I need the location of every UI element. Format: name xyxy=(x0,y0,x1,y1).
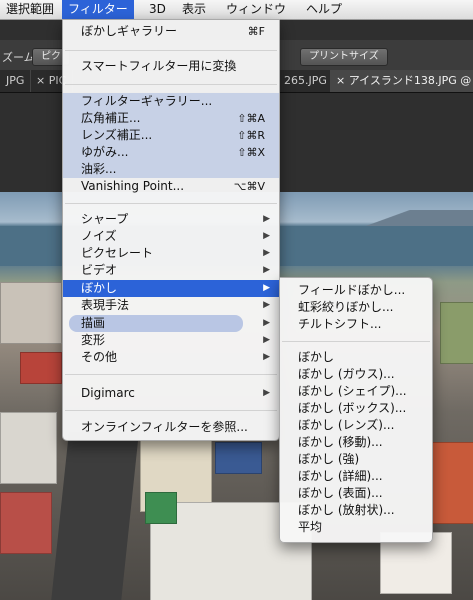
submenu-item-blur-more[interactable]: ぼかし (強) xyxy=(280,451,432,468)
menu-separator xyxy=(65,374,277,375)
menu-item-browse-filters-online[interactable]: オンラインフィルターを参照... xyxy=(63,419,279,436)
menu-filter[interactable]: フィルター xyxy=(62,0,134,19)
menu-item-blur[interactable]: ぼかし ▶ xyxy=(63,280,279,297)
menu-item-vanishing-point[interactable]: Vanishing Point... ⌥⌘V xyxy=(63,178,279,195)
submenu-arrow-icon: ▶ xyxy=(263,335,270,345)
print-size-button[interactable]: プリントサイズ xyxy=(300,48,388,66)
photo-trees xyxy=(430,442,473,524)
menu-item-noise[interactable]: ノイズ ▶ xyxy=(63,228,279,245)
menu-3d[interactable]: 3D xyxy=(143,0,172,19)
submenu-item-radial-blur[interactable]: ぼかし (放射状)... xyxy=(280,502,432,519)
menu-item-oil-paint[interactable]: 油彩... xyxy=(63,161,279,178)
photo-building xyxy=(0,282,62,344)
menu-item-lens-correction[interactable]: レンズ補正... ⇧⌘R xyxy=(63,127,279,144)
menu-item-filter-gallery[interactable]: フィルターギャラリー... xyxy=(63,93,279,110)
photo-trees xyxy=(440,302,473,364)
menu-item-digimarc[interactable]: Digimarc ▶ xyxy=(63,385,279,402)
tab-document-1[interactable]: JPG xyxy=(0,70,32,92)
menu-item-convert-smart-filters[interactable]: スマートフィルター用に変換 xyxy=(63,58,279,75)
submenu-arrow-icon: ▶ xyxy=(263,352,270,362)
submenu-item-iris-blur[interactable]: 虹彩絞りぼかし... xyxy=(280,299,432,316)
submenu-item-average[interactable]: 平均 xyxy=(280,519,432,536)
photo-roof xyxy=(20,352,62,384)
menu-item-pixelate[interactable]: ピクセレート ▶ xyxy=(63,245,279,262)
menu-help[interactable]: ヘルプ xyxy=(300,0,348,19)
menu-separator xyxy=(65,203,277,204)
menu-item-stylize[interactable]: 表現手法 ▶ xyxy=(63,297,279,314)
submenu-item-tilt-shift[interactable]: チルトシフト... xyxy=(280,316,432,333)
submenu-arrow-icon: ▶ xyxy=(263,388,270,398)
menu-item-adaptive-wide-angle[interactable]: 広角補正... ⇧⌘A xyxy=(63,110,279,127)
submenu-arrow-icon: ▶ xyxy=(263,248,270,258)
submenu-item-field-blur[interactable]: フィールドぼかし... xyxy=(280,282,432,299)
zoom-label: ズーム xyxy=(2,51,35,64)
menu-item-other[interactable]: その他 ▶ xyxy=(63,349,279,366)
photo-building xyxy=(0,412,57,484)
tab-document-active[interactable]: × アイスランド138.JPG @ 5 xyxy=(330,70,473,92)
menu-window[interactable]: ウィンドウ xyxy=(220,0,292,19)
submenu-arrow-icon: ▶ xyxy=(263,300,270,310)
filter-menu: ぼかしギャラリー ⌘F スマートフィルター用に変換 フィルターギャラリー... 広… xyxy=(62,19,280,441)
menu-item-blur-gallery[interactable]: ぼかしギャラリー ⌘F xyxy=(63,23,279,40)
tab-document-3[interactable]: 265.JPG xyxy=(278,70,334,92)
submenu-item-gaussian-blur[interactable]: ぼかし (ガウス)... xyxy=(280,366,432,383)
menu-item-liquify[interactable]: ゆがみ... ⇧⌘X xyxy=(63,144,279,161)
menu-item-render[interactable]: 描画 ▶ xyxy=(63,315,279,332)
menu-separator xyxy=(65,410,277,411)
menu-view[interactable]: 表示 xyxy=(176,0,212,19)
submenu-arrow-icon: ▶ xyxy=(263,265,270,275)
menu-item-distort[interactable]: 変形 ▶ xyxy=(63,332,279,349)
photo-roof xyxy=(215,442,262,474)
menu-bar: 選択範囲 フィルター 3D 表示 ウィンドウ ヘルプ xyxy=(0,0,473,20)
menu-select[interactable]: 選択範囲 xyxy=(0,0,60,19)
menu-separator xyxy=(65,50,277,51)
photo-roof xyxy=(145,492,177,524)
photo-roof xyxy=(0,492,52,554)
submenu-item-smart-blur[interactable]: ぼかし (詳細)... xyxy=(280,468,432,485)
submenu-arrow-icon: ▶ xyxy=(263,231,270,241)
submenu-item-blur[interactable]: ぼかし xyxy=(280,349,432,366)
menu-separator xyxy=(65,84,277,85)
submenu-item-motion-blur[interactable]: ぼかし (移動)... xyxy=(280,434,432,451)
menu-item-sharpen[interactable]: シャープ ▶ xyxy=(63,211,279,228)
submenu-item-lens-blur[interactable]: ぼかし (レンズ)... xyxy=(280,417,432,434)
submenu-arrow-icon: ▶ xyxy=(263,283,270,293)
photo-street xyxy=(51,432,139,600)
submenu-item-surface-blur[interactable]: ぼかし (表面)... xyxy=(280,485,432,502)
submenu-arrow-icon: ▶ xyxy=(263,318,270,328)
blur-submenu: フィールドぼかし... 虹彩絞りぼかし... チルトシフト... ぼかし ぼかし… xyxy=(279,277,433,543)
submenu-item-shape-blur[interactable]: ぼかし (シェイプ)... xyxy=(280,383,432,400)
menu-separator xyxy=(282,341,430,342)
submenu-item-box-blur[interactable]: ぼかし (ボックス)... xyxy=(280,400,432,417)
submenu-arrow-icon: ▶ xyxy=(263,214,270,224)
menu-item-video[interactable]: ビデオ ▶ xyxy=(63,262,279,279)
